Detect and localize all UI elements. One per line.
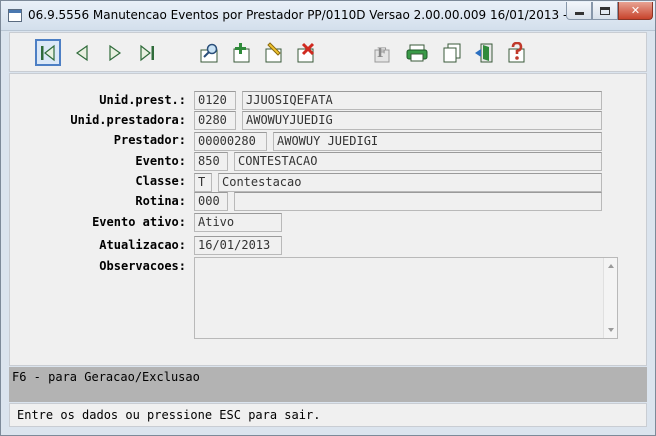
status-bar: Entre os dados ou pressione ESC para sai… (9, 403, 647, 427)
maximize-button[interactable] (592, 2, 618, 20)
print-icon (406, 44, 428, 61)
help-icon (508, 41, 525, 62)
last-record-button[interactable] (134, 39, 160, 66)
add-button[interactable] (229, 39, 255, 66)
delete-icon (297, 42, 315, 62)
last-record-icon (140, 44, 154, 61)
rotina-code-field[interactable]: 000 (194, 192, 228, 211)
evento-ativo-label: Evento ativo: (92, 215, 186, 229)
first-record-button[interactable] (35, 39, 61, 66)
app-icon[interactable] (8, 9, 22, 22)
edit-icon (265, 41, 282, 62)
observacoes-textarea[interactable] (194, 257, 618, 339)
help-text: F6 - para Geracao/Exclusao (12, 370, 200, 384)
f-key-icon: F (374, 46, 390, 62)
prestador-code-field[interactable]: 00000280 (194, 132, 267, 151)
prestador-name-field[interactable]: AWOWUY JUEDIGI (273, 132, 602, 151)
rotina-label: Rotina: (135, 194, 186, 208)
previous-record-icon (75, 44, 88, 61)
maximize-icon (600, 6, 610, 15)
minimize-button[interactable] (566, 2, 592, 20)
copy-icon (443, 43, 461, 62)
status-text: Entre os dados ou pressione ESC para sai… (17, 408, 321, 422)
close-icon: ✕ (630, 4, 641, 17)
close-button[interactable]: ✕ (618, 2, 653, 20)
evento-name-field[interactable]: CONTESTACAO (234, 152, 602, 171)
evento-code-field[interactable]: 850 (194, 152, 228, 171)
title-bar[interactable]: 06.9.5556 Manutencao Eventos por Prestad… (1, 1, 655, 31)
evento-label: Evento: (135, 154, 186, 168)
atualizacao-field[interactable]: 16/01/2013 (194, 236, 282, 255)
unid-prest-name-field[interactable]: JJUOSIQEFATA (242, 91, 602, 110)
search-icon (200, 43, 218, 62)
observacoes-scrollbar[interactable] (603, 258, 617, 338)
classe-code-field[interactable]: T (194, 173, 212, 192)
evento-ativo-field[interactable]: Ativo (194, 213, 282, 232)
minimize-icon (574, 12, 584, 15)
rotina-name-field[interactable] (234, 192, 602, 211)
unid-prest-label: Unid.prest.: (99, 93, 186, 107)
scroll-up-icon[interactable] (608, 264, 614, 268)
delete-button[interactable] (293, 39, 319, 66)
toolbar: F (9, 32, 647, 72)
classe-name-field[interactable]: Contestacao (218, 173, 602, 192)
add-icon (233, 42, 250, 62)
f-key-label: F (377, 46, 387, 61)
next-record-icon (109, 44, 122, 61)
previous-record-button[interactable] (69, 39, 95, 66)
window-title: 06.9.5556 Manutencao Eventos por Prestad… (28, 8, 606, 22)
help-button[interactable] (504, 39, 530, 66)
unid-prestadora-name-field[interactable]: AWOWUYJUEDIG (242, 111, 602, 130)
unid-prestadora-label: Unid.prestadora: (70, 113, 186, 127)
scroll-down-icon[interactable] (608, 328, 614, 332)
exit-button[interactable] (471, 39, 497, 66)
exit-icon (475, 43, 493, 62)
first-record-icon (41, 44, 55, 61)
unid-prest-code-field[interactable]: 0120 (194, 91, 236, 110)
classe-label: Classe: (135, 174, 186, 188)
help-bar: F6 - para Geracao/Exclusao (9, 367, 647, 402)
f-key-button[interactable]: F (371, 39, 397, 66)
app-window: 06.9.5556 Manutencao Eventos por Prestad… (0, 0, 656, 436)
prestador-label: Prestador: (113, 133, 186, 147)
unid-prestadora-code-field[interactable]: 0280 (194, 111, 236, 130)
next-record-button[interactable] (102, 39, 128, 66)
atualizacao-label: Atualizacao: (99, 238, 186, 252)
observacoes-label: Observacoes: (99, 259, 186, 273)
search-button[interactable] (197, 39, 223, 66)
copy-button[interactable] (439, 39, 465, 66)
edit-button[interactable] (261, 39, 287, 66)
print-button[interactable] (405, 39, 431, 66)
form-area: Unid.prest.: 0120 JJUOSIQEFATA Unid.pres… (9, 73, 647, 366)
